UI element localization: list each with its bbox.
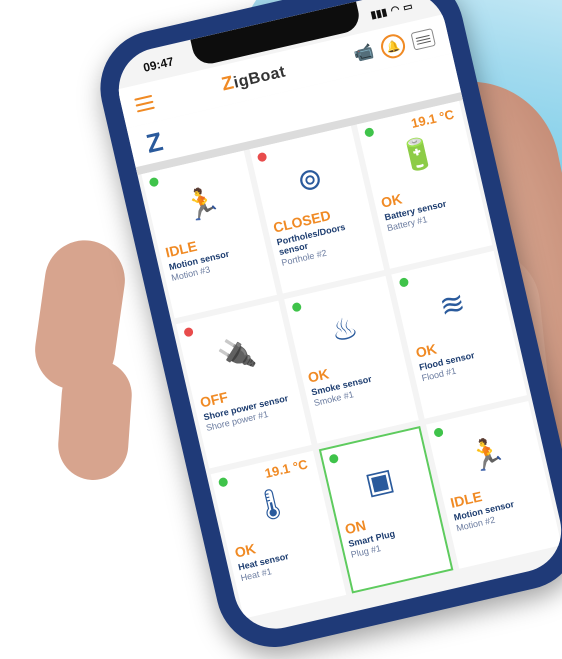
status-dot [398,276,410,288]
signal-icon: ▮▮▮ [369,6,389,21]
status-dot [433,426,445,438]
status-dot [291,301,302,313]
temperature-reading: 19.1 °C [263,456,310,481]
status-dot [328,453,339,465]
status-dot [364,126,376,138]
phone: 09:47 ▮▮▮ ◠ ▭ ZigBoat 📹 🔔 Z 🏃 IDLE Motio… [88,0,562,659]
status-dot [256,151,268,163]
status-dot [217,476,229,488]
logo-text: igBoat [232,63,288,92]
sensor-grid: 🏃 IDLE Motion sensor Motion #3 ⊚ CLOSED Portho… [141,100,562,636]
temperature-reading: 19.1 °C [409,106,456,131]
status-icons: ▮▮▮ ◠ ▭ [370,1,414,21]
bell-icon[interactable]: 🔔 [378,31,408,61]
status-dot [148,176,160,188]
brand-mark: Z [143,125,166,159]
stage: 09:47 ▮▮▮ ◠ ▭ ZigBoat 📹 🔔 Z 🏃 IDLE Motio… [0,0,562,659]
battery-status-icon: ▭ [402,0,414,14]
camera-icon[interactable]: 📹 [352,41,376,65]
status-dot [183,326,194,338]
hamburger-menu-icon[interactable] [134,94,155,113]
wifi-icon: ◠ [389,3,401,17]
list-view-button[interactable] [410,28,436,51]
phone-screen: 09:47 ▮▮▮ ◠ ▭ ZigBoat 📹 🔔 Z 🏃 IDLE Motio… [110,0,562,637]
status-time: 09:47 [141,54,176,75]
app-logo: ZigBoat [220,60,288,96]
